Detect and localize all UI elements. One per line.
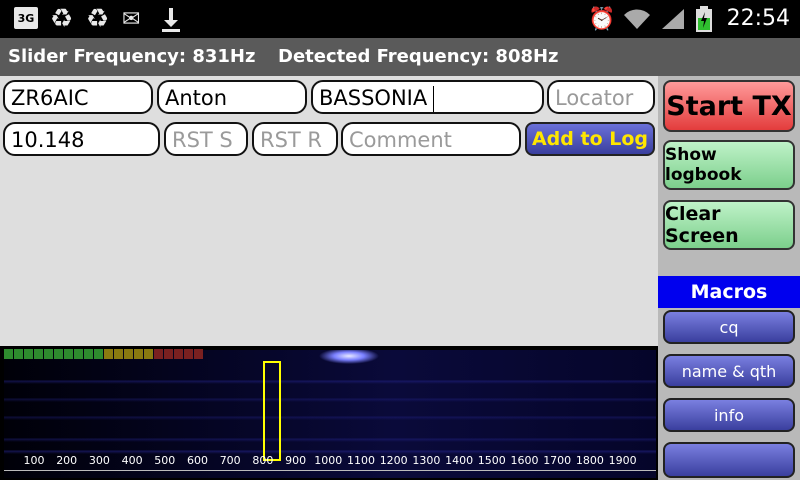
signal-meter-segment — [174, 349, 183, 359]
signal-icon — [660, 6, 686, 32]
signal-meter-segment — [194, 349, 203, 359]
battery-charging-icon — [696, 6, 712, 32]
signal-meter-segment — [4, 349, 13, 359]
start-tx-button[interactable]: Start TX — [663, 80, 795, 132]
scale-axis-line — [4, 470, 656, 471]
status-bar: 3G ♻ ♻ ✉ ⏰ 22:54 — [0, 0, 800, 38]
signal-meter-segment — [64, 349, 73, 359]
network-3g-icon: 3G — [14, 7, 38, 29]
frequency-tick-label: 500 — [154, 454, 176, 467]
frequency-tick-label: 700 — [219, 454, 241, 467]
frequency-tick-label: 100 — [23, 454, 45, 467]
frequency-tick-label: 1100 — [347, 454, 375, 467]
signal-meter-segment — [44, 349, 53, 359]
text-cursor — [433, 86, 435, 112]
frequency-tick-label: 900 — [285, 454, 307, 467]
locator-field[interactable]: Locator — [547, 80, 655, 114]
signal-meter-segment — [134, 349, 143, 359]
slider-frequency-label: Slider Frequency: 831Hz — [8, 46, 256, 67]
signal-meter-segment — [34, 349, 43, 359]
callsign-field[interactable]: ZR6AIC — [3, 80, 153, 114]
add-to-log-button[interactable]: Add to Log — [525, 122, 655, 156]
clock: 22:54 — [726, 6, 790, 31]
signal-meter-segment — [24, 349, 33, 359]
signal-meter-segment — [144, 349, 153, 359]
signal-meter-segment — [124, 349, 133, 359]
qth-value: BASSONIA — [319, 86, 428, 110]
signal-meter-segment — [74, 349, 83, 359]
signal-meter-segment — [104, 349, 113, 359]
signal-meter-segment — [154, 349, 163, 359]
frequency-tick-label: 600 — [187, 454, 208, 467]
frequency-tick-label: 1500 — [477, 454, 506, 467]
frequency-tick-label: 200 — [56, 454, 78, 467]
frequency-tick-label: 300 — [88, 454, 110, 467]
frequency-tick-label: 1800 — [575, 454, 604, 467]
comment-field[interactable]: Comment — [341, 122, 521, 156]
download-icon — [160, 6, 182, 32]
wifi-icon — [622, 6, 652, 32]
recycle-icon: ♻ — [50, 4, 74, 34]
clear-screen-button[interactable]: Clear Screen — [663, 200, 795, 250]
macros-header: Macros — [658, 276, 800, 308]
frequency-tick-label: 400 — [121, 454, 143, 467]
signal-meter-segment — [84, 349, 93, 359]
frequency-tick-label: 1200 — [379, 454, 408, 467]
frequency-tick-label: 1000 — [314, 454, 343, 467]
show-logbook-button[interactable]: Show logbook — [663, 140, 795, 190]
rst-sent-field[interactable]: RST S — [164, 122, 248, 156]
name-field[interactable]: Anton — [157, 80, 307, 114]
macro-cq-button[interactable]: cq — [663, 310, 795, 344]
signal-meter-segment — [184, 349, 193, 359]
recycle-icon: ♻ — [86, 4, 110, 34]
signal-meter-segment — [164, 349, 173, 359]
frequency-bar: Slider Frequency: 831Hz Detected Frequen… — [0, 38, 800, 76]
frequency-field[interactable]: 10.148 — [3, 122, 160, 156]
signal-meter-segment — [114, 349, 123, 359]
frequency-cursor[interactable] — [263, 361, 281, 461]
signal-meter-segment — [54, 349, 63, 359]
rst-received-field[interactable]: RST R — [252, 122, 338, 156]
frequency-tick-label: 1400 — [445, 454, 474, 467]
signal-meter-segment — [94, 349, 103, 359]
signal-meter-segment — [14, 349, 23, 359]
qth-field[interactable]: BASSONIA — [311, 80, 544, 114]
frequency-tick-label: 800 — [252, 454, 274, 467]
waterfall-display[interactable]: 100 200 300 400 500 600 700 800 900 1000 1100 1200 1… — [0, 346, 658, 480]
macro-name-qth-button[interactable]: name & qth — [663, 354, 795, 388]
frequency-tick-label: 1700 — [543, 454, 572, 467]
macro-empty-button[interactable] — [663, 442, 795, 478]
right-panel: Start TX Show logbook Clear Screen Macro… — [658, 76, 800, 480]
detected-frequency-label: Detected Frequency: 808Hz — [278, 46, 559, 67]
alarm-icon: ⏰ — [588, 6, 616, 32]
email-icon: ✉ — [122, 6, 141, 32]
frequency-tick-label: 1900 — [608, 454, 637, 467]
frequency-tick-label: 1600 — [510, 454, 539, 467]
log-form-area — [0, 76, 658, 346]
macro-info-button[interactable]: info — [663, 398, 795, 432]
frequency-tick-label: 1300 — [412, 454, 441, 467]
signal-meter — [4, 349, 203, 359]
